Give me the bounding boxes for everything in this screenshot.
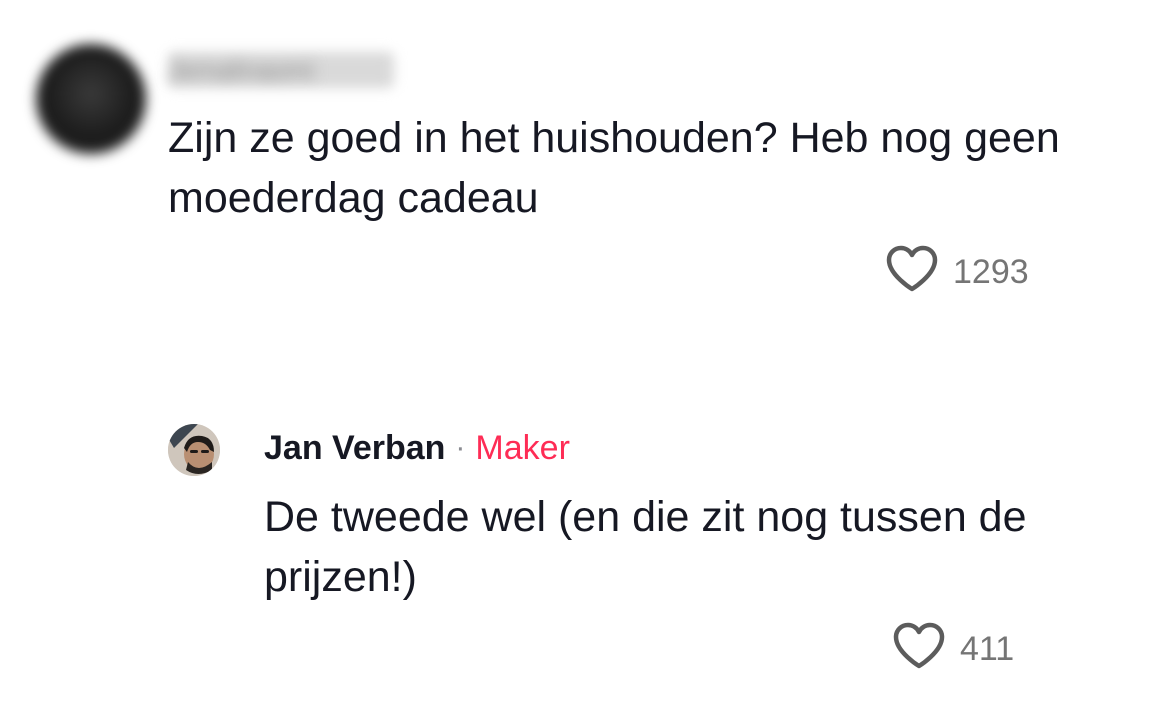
avatar[interactable] [36, 44, 146, 154]
heart-icon[interactable] [892, 622, 946, 675]
avatar[interactable] [168, 424, 220, 476]
like-count: 411 [960, 629, 1015, 668]
heart-icon[interactable] [885, 245, 939, 298]
comment-username[interactable]: Jemalinaomi [168, 54, 314, 86]
reply-header: Jan Verban · Maker [264, 424, 570, 472]
like-button[interactable]: 411 [892, 622, 1014, 675]
creator-badge: Maker [475, 429, 570, 467]
separator-dot: · [455, 431, 466, 464]
like-count: 1293 [953, 252, 1029, 291]
like-button[interactable]: 1293 [885, 245, 1029, 298]
reply-text: De tweede wel (en die zit nog tussen de … [264, 493, 1027, 601]
comment-text: Zijn ze goed in het huishouden? Heb nog … [168, 114, 1060, 222]
reply-username[interactable]: Jan Verban [264, 424, 445, 472]
